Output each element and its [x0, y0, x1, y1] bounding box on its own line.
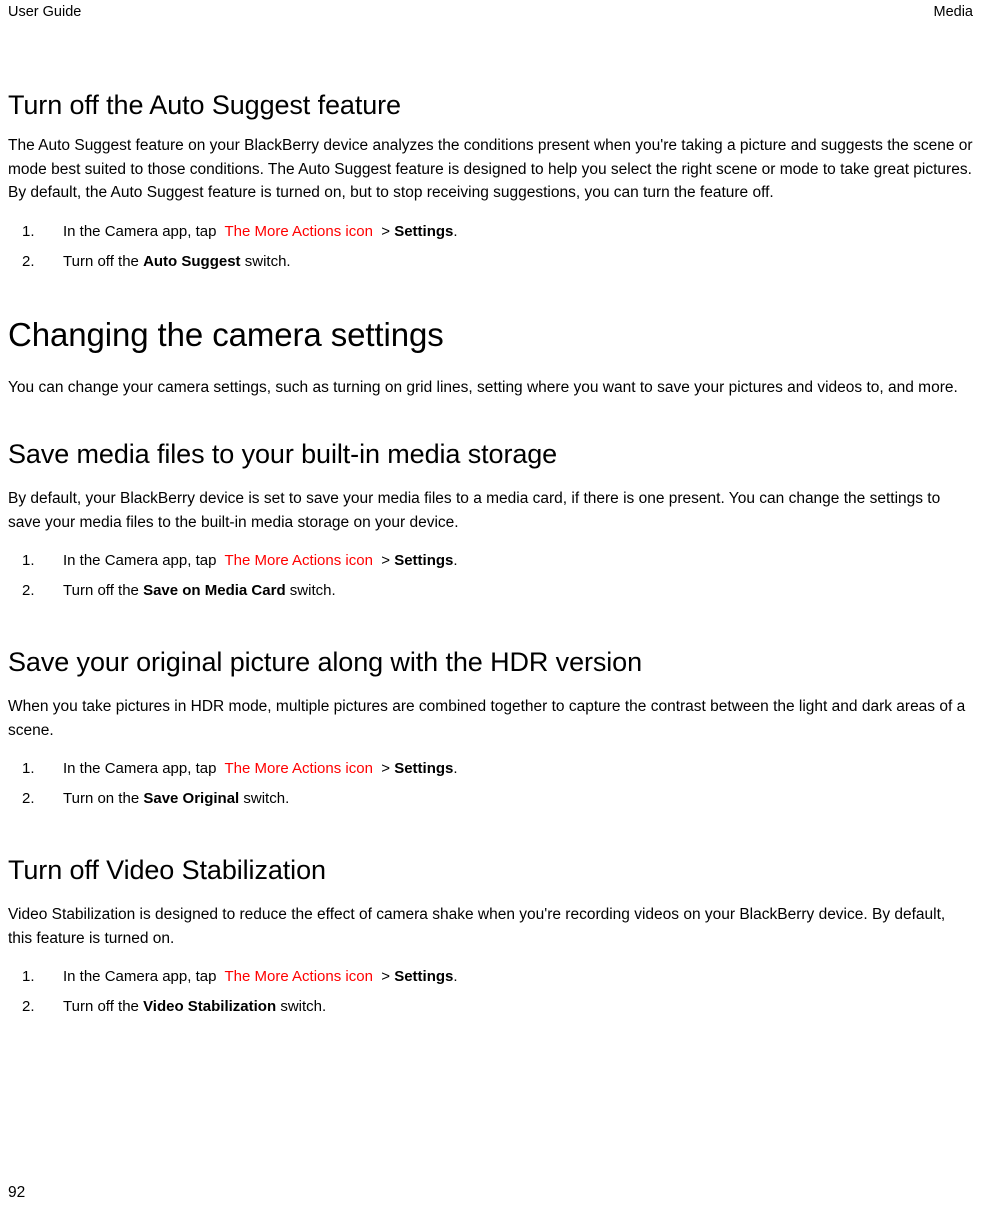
step-switch-name[interactable]: Video Stabilization — [143, 998, 276, 1015]
step-trailing-text: . — [453, 760, 458, 777]
step-item: In the Camera app, tap The More Actions … — [8, 221, 973, 243]
step-trailing-text: switch. — [243, 790, 290, 807]
header-chapter-name: Media — [933, 4, 974, 20]
step-target-settings[interactable]: Settings — [394, 760, 453, 777]
steps-list-save-media-storage: In the Camera app, tap The More Actions … — [8, 550, 973, 602]
step-trailing-text: switch. — [280, 998, 327, 1015]
document-page: User Guide Media Turn off the Auto Sugge… — [0, 0, 981, 1213]
step-target-settings[interactable]: Settings — [394, 552, 453, 569]
running-header: User Guide Media — [0, 0, 981, 24]
step-lead-text: In the Camera app, tap — [63, 222, 217, 240]
step-lead-text: Turn off the — [63, 252, 139, 270]
section-paragraph-auto-suggest: The Auto Suggest feature on your BlackBe… — [8, 137, 973, 201]
section-heading-save-original-hdr: Save your original picture along with th… — [8, 647, 643, 677]
more-actions-icon-link[interactable]: The More Actions icon — [225, 552, 373, 569]
step-target-settings[interactable]: Settings — [394, 968, 453, 985]
section-paragraph-video-stabilization: Video Stabilization is designed to reduc… — [8, 906, 946, 947]
step-item: Turn off the Video Stabilization switch. — [8, 996, 973, 1018]
chapter-heading-changing-camera-settings: Changing the camera settings — [8, 315, 444, 353]
step-separator: > — [381, 552, 391, 569]
step-separator: > — [381, 760, 391, 777]
step-separator: > — [381, 968, 391, 985]
step-item: In the Camera app, tap The More Actions … — [8, 550, 973, 572]
step-target-settings[interactable]: Settings — [394, 223, 453, 240]
footer-page-number: 92 — [8, 1184, 26, 1201]
steps-list-auto-suggest: In the Camera app, tap The More Actions … — [8, 221, 973, 273]
step-item: Turn on the Save Original switch. — [8, 788, 973, 810]
step-separator: > — [381, 222, 391, 240]
section-heading-save-media-storage: Save media files to your built-in media … — [8, 439, 558, 469]
step-item: Turn off the Auto Suggest switch. — [8, 251, 973, 273]
step-trailing-text: . — [453, 968, 458, 985]
more-actions-icon-link[interactable]: The More Actions icon — [225, 760, 373, 777]
chapter-paragraph-changing-camera-settings: You can change your camera settings, suc… — [8, 378, 958, 396]
more-actions-icon-link[interactable]: The More Actions icon — [225, 968, 373, 985]
step-trailing-text: switch. — [289, 582, 336, 599]
steps-list-video-stabilization: In the Camera app, tap The More Actions … — [8, 966, 973, 1018]
steps-list-save-original-hdr: In the Camera app, tap The More Actions … — [8, 758, 973, 810]
step-switch-name[interactable]: Auto Suggest — [143, 253, 241, 270]
section-heading-auto-suggest: Turn off the Auto Suggest feature — [8, 90, 401, 120]
step-item: In the Camera app, tap The More Actions … — [8, 966, 973, 988]
step-lead-text: Turn on the — [63, 790, 140, 807]
step-lead-text: Turn off the — [63, 998, 139, 1015]
step-lead-text: Turn off the — [63, 582, 139, 599]
step-switch-name[interactable]: Save Original — [143, 790, 239, 807]
section-paragraph-save-original-hdr: When you take pictures in HDR mode, mult… — [8, 698, 966, 739]
step-switch-name[interactable]: Save on Media Card — [143, 582, 286, 599]
step-lead-text: In the Camera app, tap — [63, 968, 217, 985]
step-trailing-text: switch. — [244, 252, 291, 270]
page-content: Turn off the Auto Suggest feature The Au… — [8, 88, 973, 1153]
step-lead-text: In the Camera app, tap — [63, 552, 217, 569]
section-heading-video-stabilization: Turn off Video Stabilization — [8, 855, 326, 885]
step-trailing-text: . — [453, 552, 458, 569]
section-paragraph-save-media-storage: By default, your BlackBerry device is se… — [8, 490, 941, 531]
step-item: In the Camera app, tap The More Actions … — [8, 758, 973, 780]
step-lead-text: In the Camera app, tap — [63, 760, 217, 777]
step-trailing-text: . — [453, 222, 458, 240]
step-item: Turn off the Save on Media Card switch. — [8, 580, 973, 602]
more-actions-icon-link[interactable]: The More Actions icon — [225, 223, 373, 240]
header-document-title: User Guide — [8, 4, 82, 20]
